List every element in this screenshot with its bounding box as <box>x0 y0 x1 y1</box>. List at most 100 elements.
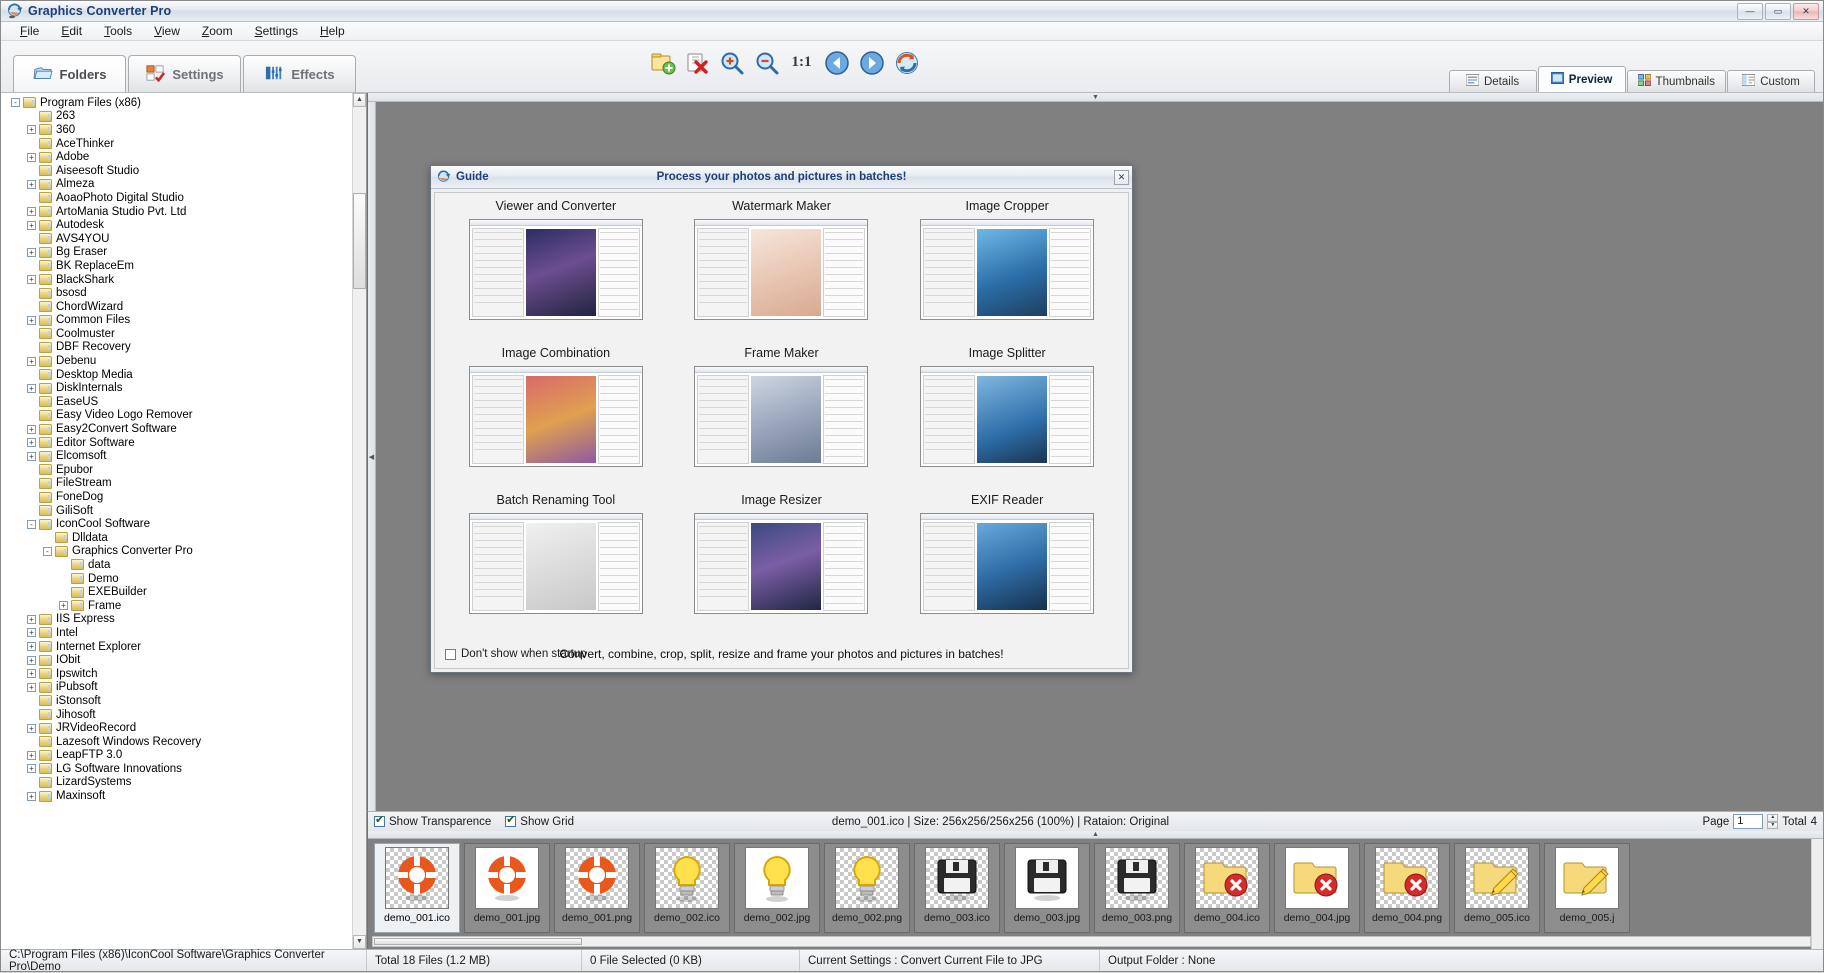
tree-item[interactable]: + Almeza <box>1 178 366 192</box>
thumbnail-item[interactable]: demo_003.png <box>1094 843 1180 933</box>
preview-top-splitter[interactable]: ▼ <box>368 93 1823 102</box>
tree-item[interactable]: BK ReplaceEm <box>1 259 366 273</box>
collapse-icon[interactable]: - <box>43 546 52 556</box>
expand-icon[interactable]: + <box>27 438 36 448</box>
mode-tab-settings[interactable]: Settings <box>128 55 241 92</box>
actual-size-icon[interactable]: 1:1 <box>786 47 817 78</box>
expand-icon[interactable]: + <box>27 764 36 774</box>
thumbnail-item[interactable]: demo_003.ico <box>914 843 1000 933</box>
expand-icon[interactable]: + <box>27 655 36 665</box>
expand-icon[interactable]: + <box>27 356 36 366</box>
view-tab-custom[interactable]: Custom <box>1727 70 1815 92</box>
expand-icon[interactable]: + <box>27 750 36 760</box>
expand-icon[interactable]: + <box>27 247 36 257</box>
expand-icon[interactable]: + <box>27 451 36 461</box>
thumbnail-item[interactable]: demo_002.ico <box>644 843 730 933</box>
tree-item[interactable]: Easy Video Logo Remover <box>1 409 366 423</box>
expand-icon[interactable]: + <box>27 642 36 652</box>
thumbnail-item[interactable]: demo_001.jpg <box>464 843 550 933</box>
tree-scroll-down-icon[interactable]: ▼ <box>353 935 366 949</box>
tree-item[interactable]: EXEBuilder <box>1 585 366 599</box>
maximize-button[interactable]: ▭ <box>1765 2 1791 20</box>
tree-item[interactable]: EaseUS <box>1 395 366 409</box>
tree-item[interactable]: + LeapFTP 3.0 <box>1 749 366 763</box>
tree-item[interactable]: GiliSoft <box>1 504 366 518</box>
tree-item[interactable]: + Bg Eraser <box>1 246 366 260</box>
tree-item[interactable]: Dlldata <box>1 531 366 545</box>
collapse-icon[interactable]: - <box>27 519 36 529</box>
tree-item[interactable]: + ArtoMania Studio Pvt. Ltd <box>1 205 366 219</box>
tree-item[interactable]: + Autodesk <box>1 218 366 232</box>
expand-icon[interactable]: + <box>27 682 36 692</box>
expand-icon[interactable]: + <box>27 152 36 162</box>
expand-icon[interactable]: + <box>27 220 36 230</box>
tree-item[interactable]: + Maxinsoft <box>1 789 366 803</box>
thumbnail-vertical-scrollbar[interactable] <box>1811 839 1823 949</box>
tree-item[interactable]: Epubor <box>1 463 366 477</box>
guide-feature-8[interactable]: Image Resizer <box>669 493 895 640</box>
thumbnail-item[interactable]: demo_004.jpg <box>1274 843 1360 933</box>
tree-item[interactable]: Aiseesoft Studio <box>1 164 366 178</box>
thumbnail-splitter[interactable]: ▲ <box>368 831 1823 839</box>
guide-feature-6[interactable]: Image Splitter <box>894 346 1120 493</box>
tree-item[interactable]: +360 <box>1 123 366 137</box>
tree-item[interactable]: + IIS Express <box>1 613 366 627</box>
expand-icon[interactable]: + <box>27 179 36 189</box>
mode-tab-effects[interactable]: Effects <box>243 55 356 92</box>
view-tab-preview[interactable]: Preview <box>1537 66 1626 92</box>
zoom-out-icon[interactable] <box>751 47 782 78</box>
tree-item[interactable]: + Adobe <box>1 150 366 164</box>
tree-item[interactable]: - Program Files (x86) <box>1 96 366 110</box>
expand-icon[interactable]: + <box>27 723 36 733</box>
menu-item-edit[interactable]: Edit <box>50 22 93 40</box>
expand-icon[interactable]: + <box>27 315 36 325</box>
thumbnail-scrollbar[interactable] <box>372 936 1811 947</box>
tree-item[interactable]: + Frame <box>1 599 366 613</box>
minimize-button[interactable]: — <box>1737 2 1763 20</box>
guide-close-button[interactable]: ✕ <box>1114 169 1129 185</box>
thumbnail-scroll-thumb[interactable] <box>374 938 582 945</box>
tree-item[interactable]: + BlackShark <box>1 273 366 287</box>
guide-feature-9[interactable]: EXIF Reader <box>894 493 1120 640</box>
page-input[interactable]: 1 <box>1733 814 1764 829</box>
tree-item[interactable]: ChordWizard <box>1 300 366 314</box>
guide-feature-5[interactable]: Frame Maker <box>669 346 895 493</box>
expand-icon[interactable]: + <box>27 669 36 679</box>
tree-item[interactable]: AoaoPhoto Digital Studio <box>1 191 366 205</box>
tree-item[interactable]: + JRVideoRecord <box>1 721 366 735</box>
tree-scrollbar[interactable]: ▲ ▼ <box>352 93 366 949</box>
tree-item[interactable]: AVS4YOU <box>1 232 366 246</box>
menu-item-zoom[interactable]: Zoom <box>191 22 244 40</box>
tree-item[interactable]: + Common Files <box>1 314 366 328</box>
expand-icon[interactable]: + <box>27 383 36 393</box>
menu-item-settings[interactable]: Settings <box>244 22 309 40</box>
expand-icon[interactable]: + <box>27 207 36 217</box>
expand-icon[interactable]: + <box>27 791 36 801</box>
view-tab-thumbnails[interactable]: Thumbnails <box>1626 70 1726 92</box>
previous-icon[interactable] <box>821 47 852 78</box>
guide-feature-7[interactable]: Batch Renaming Tool <box>443 493 669 640</box>
next-icon[interactable] <box>856 47 887 78</box>
menu-item-help[interactable]: Help <box>309 22 356 40</box>
tree-item[interactable]: FoneDog <box>1 490 366 504</box>
tree-item[interactable]: Coolmuster <box>1 327 366 341</box>
tree-item[interactable]: + LG Software Innovations <box>1 762 366 776</box>
guide-feature-3[interactable]: Image Cropper <box>894 199 1120 346</box>
refresh-icon[interactable] <box>891 47 922 78</box>
expand-icon[interactable]: + <box>27 424 36 434</box>
tree-item[interactable]: AceThinker <box>1 137 366 151</box>
guide-feature-1[interactable]: Viewer and Converter <box>443 199 669 346</box>
collapse-icon[interactable]: - <box>11 98 20 108</box>
tree-item[interactable]: - IconCool Software <box>1 517 366 531</box>
tree-scroll-thumb[interactable] <box>353 193 366 289</box>
menu-item-tools[interactable]: Tools <box>93 22 143 40</box>
tree-item[interactable]: + Easy2Convert Software <box>1 422 366 436</box>
thumbnail-item[interactable]: demo_004.png <box>1364 843 1450 933</box>
thumbnail-item[interactable]: demo_002.jpg <box>734 843 820 933</box>
thumbnail-item[interactable]: demo_002.png <box>824 843 910 933</box>
tree-item[interactable]: + Ipswitch <box>1 667 366 681</box>
expand-icon[interactable]: + <box>27 275 36 285</box>
menu-item-view[interactable]: View <box>143 22 191 40</box>
thumbnail-item[interactable]: demo_004.ico <box>1184 843 1270 933</box>
guide-feature-4[interactable]: Image Combination <box>443 346 669 493</box>
